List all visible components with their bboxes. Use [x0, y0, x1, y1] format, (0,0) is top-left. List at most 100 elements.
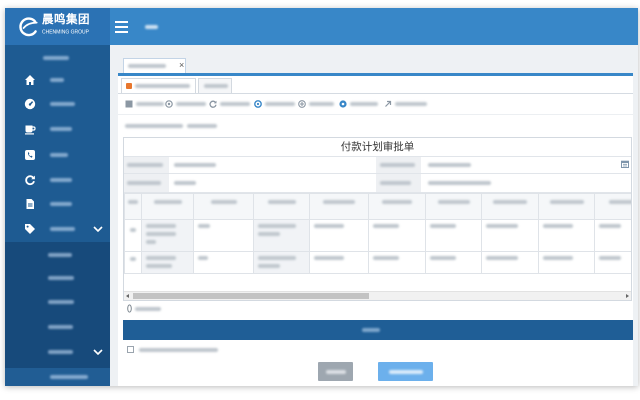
toolbar-button-5[interactable]	[298, 99, 334, 108]
toolbar-divider	[118, 114, 633, 115]
cell-text	[130, 257, 136, 261]
cell-text	[314, 256, 344, 260]
toolbar-button-4[interactable]	[254, 99, 295, 108]
sidebar-item-5[interactable]	[5, 168, 110, 192]
attachment-label[interactable]	[135, 307, 161, 311]
table-cell	[124, 251, 142, 274]
cell-text	[373, 224, 399, 228]
sidebar-item-6[interactable]	[5, 192, 110, 216]
column-header[interactable]	[124, 193, 142, 220]
button-label	[389, 370, 423, 374]
page-tab[interactable]: ×	[123, 58, 186, 73]
submenu-item-4[interactable]	[5, 316, 110, 338]
sidebar-item-7[interactable]	[5, 217, 110, 241]
chevron-down-icon[interactable]	[93, 349, 103, 355]
dashboard-icon	[24, 98, 36, 110]
field-label-cell	[124, 174, 169, 192]
table-cell[interactable]	[193, 219, 254, 252]
toolbar-button-2[interactable]	[165, 99, 206, 108]
table-cell[interactable]	[309, 251, 369, 274]
table-cell[interactable]	[538, 219, 595, 252]
toolbar-button-label	[350, 101, 378, 106]
chevron-down-icon[interactable]	[93, 226, 103, 232]
table-cell[interactable]	[594, 251, 631, 274]
form-row-1	[124, 156, 631, 173]
subtab-active[interactable]	[121, 78, 196, 93]
sidebar-item-1[interactable]	[5, 68, 110, 92]
hamburger-icon[interactable]	[115, 21, 129, 33]
sidebar-item-label	[50, 153, 68, 157]
toolbar-button-3[interactable]	[209, 99, 250, 108]
field-label	[127, 163, 163, 167]
scrollbar-thumb[interactable]	[133, 293, 369, 299]
user-name	[43, 56, 69, 60]
table-cell[interactable]	[141, 219, 194, 252]
date-field-value[interactable]	[428, 163, 471, 167]
toolbar-button-7[interactable]	[384, 99, 427, 108]
column-header[interactable]	[538, 193, 595, 220]
horizontal-scrollbar[interactable]	[124, 291, 631, 300]
field-value[interactable]	[174, 163, 216, 167]
table-cell[interactable]	[481, 219, 539, 252]
submenu-item-2[interactable]	[5, 267, 110, 289]
option-checkbox[interactable]	[127, 346, 134, 353]
brand-logo[interactable]: 晨鸣集团 CHENMING GROUP	[5, 8, 110, 45]
table-row[interactable]	[124, 251, 631, 274]
submenu-item-3[interactable]	[5, 291, 110, 313]
column-header[interactable]	[368, 193, 426, 220]
table-row[interactable]	[124, 219, 631, 252]
table-cell[interactable]	[538, 251, 595, 274]
table-cell[interactable]	[594, 219, 631, 252]
hamburger-bar	[115, 31, 128, 33]
cell-text	[198, 224, 210, 228]
column-header-label	[549, 200, 584, 204]
submenu-item-1[interactable]	[5, 244, 110, 266]
column-header[interactable]	[141, 193, 194, 220]
cell-text	[146, 224, 176, 228]
column-header[interactable]	[253, 193, 310, 220]
secondary-action-button[interactable]	[318, 362, 353, 381]
cell-text	[543, 256, 573, 260]
table-cell[interactable]	[141, 251, 194, 274]
sidebar-item-2[interactable]	[5, 92, 110, 116]
column-header[interactable]	[309, 193, 369, 220]
table-cell[interactable]	[481, 251, 539, 274]
table-cell[interactable]	[253, 251, 310, 274]
table-cell[interactable]	[368, 219, 426, 252]
attachment-icon[interactable]	[127, 304, 132, 313]
field-value[interactable]	[174, 181, 196, 185]
section-header-bar	[123, 320, 633, 340]
square-icon	[125, 100, 133, 107]
brand-subtitle: CHENMING GROUP	[42, 29, 89, 35]
user-panel[interactable]	[5, 45, 110, 68]
scroll-right-icon[interactable]	[626, 294, 629, 298]
column-header[interactable]	[594, 193, 631, 220]
field-value[interactable]	[428, 181, 491, 185]
table-cell[interactable]	[368, 251, 426, 274]
sidebar-item-3[interactable]	[5, 117, 110, 141]
sidebar-item-4[interactable]	[5, 143, 110, 167]
tab-close-button[interactable]: ×	[179, 60, 184, 71]
column-header-label	[493, 200, 527, 204]
toolbar-button-label	[176, 101, 206, 106]
table-cell[interactable]	[425, 219, 482, 252]
column-header[interactable]	[425, 193, 482, 220]
cell-text	[258, 264, 280, 268]
scroll-left-icon[interactable]	[126, 294, 129, 298]
submenu-item-label	[48, 325, 73, 329]
submenu-item-5[interactable]	[5, 341, 110, 363]
table-cell[interactable]	[193, 251, 254, 274]
primary-action-button[interactable]	[378, 362, 433, 381]
table-cell[interactable]	[425, 251, 482, 274]
calendar-icon[interactable]	[621, 160, 629, 168]
toolbar-button-label	[309, 101, 334, 106]
toolbar-button-label	[395, 101, 427, 106]
subtab-2[interactable]	[198, 78, 232, 93]
toolbar-button-6[interactable]	[339, 99, 378, 108]
table-cell[interactable]	[309, 219, 369, 252]
column-header[interactable]	[193, 193, 254, 220]
toolbar-button-1[interactable]	[125, 99, 164, 108]
column-header[interactable]	[481, 193, 539, 220]
table-cell[interactable]	[253, 219, 310, 252]
submenu-item-selected[interactable]	[5, 368, 110, 386]
